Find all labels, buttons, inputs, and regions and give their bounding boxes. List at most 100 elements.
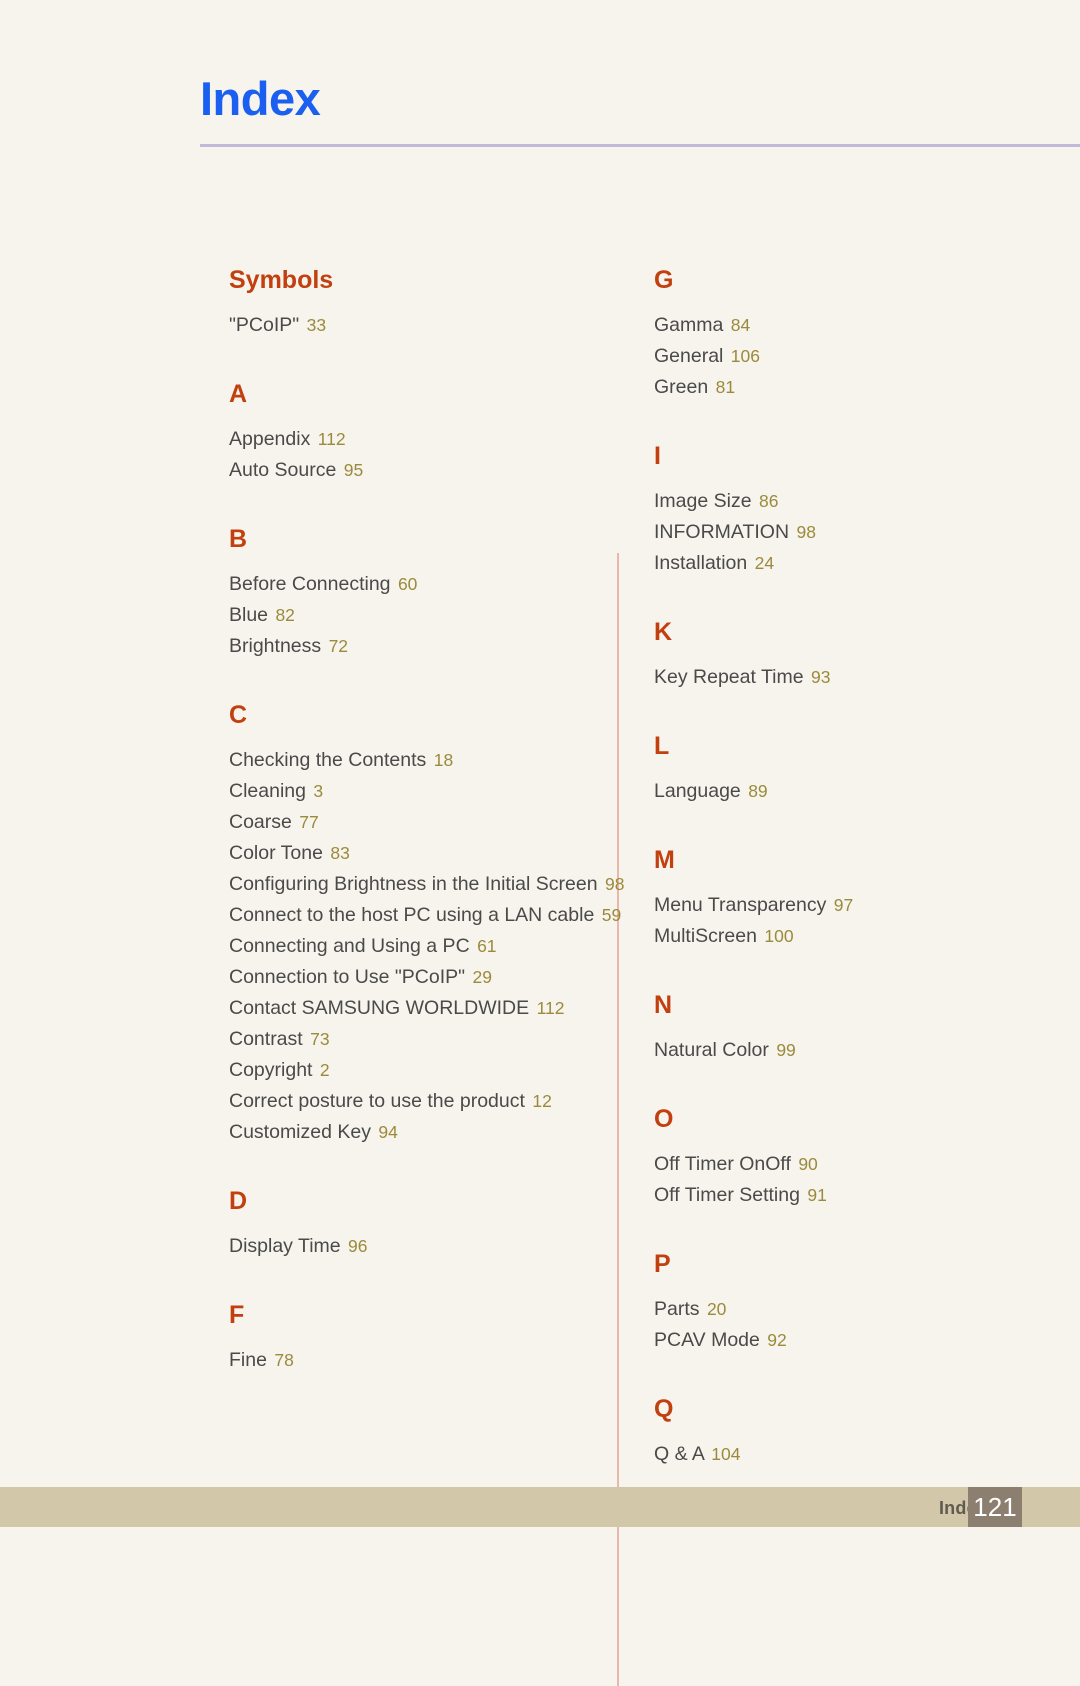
index-entry-title: Correct posture to use the product: [229, 1090, 525, 1112]
index-entry[interactable]: Installation 24: [654, 548, 1044, 579]
index-entry[interactable]: Cleaning 3: [229, 776, 619, 807]
index-entry-title: Natural Color: [654, 1039, 769, 1061]
index-entry[interactable]: Contrast 73: [229, 1024, 619, 1055]
index-section: C Checking the Contents 18 Cleaning 3 Coars…: [229, 703, 624, 1148]
index-entry-page-number: 94: [378, 1122, 398, 1142]
index-entry-title: Brightness: [229, 635, 322, 657]
index-entry-title: Parts: [654, 1298, 700, 1320]
page-title: Index: [200, 72, 321, 125]
index-entry[interactable]: Off Timer OnOff 90: [654, 1149, 1044, 1180]
index-entry-title: Cleaning: [229, 780, 306, 802]
index-entry-page-number: 24: [754, 553, 775, 573]
section-letter: M: [654, 846, 675, 874]
index-entry[interactable]: Blue 82: [229, 600, 619, 631]
section-letter: N: [654, 991, 673, 1019]
index-entry-title: Q & A: [654, 1443, 704, 1465]
footer-page-number: 121: [973, 1492, 1017, 1522]
section-letter: Symbols: [229, 266, 334, 294]
index-entry-page-number: 2: [319, 1060, 330, 1080]
index-entry-title: Image Size: [654, 490, 752, 512]
title-divider-rule: [200, 144, 1080, 147]
index-entry-title: Installation: [654, 552, 748, 574]
index-entry-title: Gamma: [654, 314, 724, 336]
index-entry[interactable]: Color Tone 83: [229, 838, 619, 869]
index-entry-title: Off Timer Setting: [654, 1184, 800, 1206]
section-letter: I: [654, 442, 661, 470]
index-entry[interactable]: Display Time 96: [229, 1231, 619, 1262]
index-entry-page-number: 59: [601, 905, 622, 925]
index-entry-page-number: 29: [472, 967, 492, 987]
index-entry[interactable]: MultiScreen 100: [654, 921, 1044, 952]
index-entry-page-number: 99: [776, 1040, 796, 1060]
index-entry-page-number: 93: [811, 667, 831, 687]
index-entry-page-number: 106: [730, 346, 760, 366]
index-entry-page-number: 100: [764, 926, 794, 946]
index-entry[interactable]: Language 89: [654, 776, 1044, 807]
index-entry[interactable]: Off Timer Setting 91: [654, 1180, 1044, 1211]
section-letter: A: [229, 380, 248, 408]
index-entry-page-number: 112: [317, 429, 346, 449]
index-entry[interactable]: General 106: [654, 341, 1044, 372]
index-entry-title: Coarse: [229, 811, 292, 833]
index-entry[interactable]: Checking the Contents 18: [229, 745, 619, 776]
index-section: N Natural Color 99: [654, 993, 1044, 1066]
index-entry[interactable]: Fine 78: [229, 1345, 619, 1376]
index-entry[interactable]: Correct posture to use the product 12: [229, 1086, 619, 1117]
section-letter: F: [229, 1301, 245, 1329]
index-entry[interactable]: Green 81: [654, 372, 1044, 403]
index-entry[interactable]: Parts 20: [654, 1294, 1044, 1325]
index-entry[interactable]: Q & A 104: [654, 1439, 1044, 1470]
index-entry[interactable]: INFORMATION 98: [654, 517, 1044, 548]
index-entry-title: INFORMATION: [654, 521, 790, 543]
section-letter: P: [654, 1250, 671, 1278]
index-entry[interactable]: Contact SAMSUNG WORLDWIDE 112: [229, 993, 619, 1024]
index-section: L Language 89: [654, 734, 1044, 807]
index-section: Symbols "PCoIP" 33: [229, 268, 619, 341]
index-entry-page-number: 104: [711, 1444, 741, 1464]
index-entry[interactable]: Connection to Use "PCoIP" 29: [229, 962, 619, 993]
index-entry-title: PCAV Mode: [654, 1329, 760, 1351]
index-entry[interactable]: Appendix 112: [229, 424, 619, 455]
index-entry[interactable]: Configuring Brightness in the Initial Sc…: [229, 869, 624, 900]
index-entry-page-number: 90: [798, 1154, 818, 1174]
section-letter: Q: [654, 1395, 674, 1423]
index-entry-title: General: [654, 345, 724, 367]
index-entry-page-number: 81: [715, 377, 736, 397]
index-entry-page-number: 98: [604, 874, 625, 894]
index-entry[interactable]: PCAV Mode 92: [654, 1325, 1044, 1356]
index-entry[interactable]: Customized Key 94: [229, 1117, 619, 1148]
index-entry-page-number: 86: [758, 491, 779, 511]
index-entry[interactable]: Copyright 2: [229, 1055, 619, 1086]
index-entry[interactable]: Gamma 84: [654, 310, 1044, 341]
index-entry-title: Off Timer OnOff: [654, 1153, 791, 1175]
index-entry-title: Connect to the host PC using a LAN cable: [229, 904, 595, 926]
index-entry-title: Fine: [229, 1349, 267, 1371]
index-entry-title: Auto Source: [229, 459, 337, 481]
index-entry[interactable]: Connecting and Using a PC 61: [229, 931, 619, 962]
index-section: A Appendix 112 Auto Source 95: [229, 382, 619, 486]
index-entry[interactable]: Menu Transparency 97: [654, 890, 1044, 921]
index-entry-title: Green: [654, 376, 709, 398]
index-entry[interactable]: Connect to the host PC using a LAN cable…: [229, 900, 622, 931]
index-entry-page-number: 3: [313, 781, 324, 801]
index-entry-title: Connection to Use "PCoIP": [229, 966, 466, 988]
index-entry[interactable]: Natural Color 99: [654, 1035, 1044, 1066]
index-entry[interactable]: Brightness 72: [229, 631, 619, 662]
index-entry-title: Customized Key: [229, 1121, 371, 1143]
section-letter: G: [654, 266, 674, 294]
index-entry[interactable]: Auto Source 95: [229, 455, 619, 486]
index-entry-page-number: 89: [748, 781, 768, 801]
index-entry-page-number: 33: [306, 315, 327, 335]
index-entry-title: MultiScreen: [654, 925, 757, 947]
index-entry[interactable]: Key Repeat Time 93: [654, 662, 1044, 693]
index-entry-title: Color Tone: [229, 842, 323, 864]
index-section: M Menu Transparency 97 MultiScreen 100: [654, 848, 1044, 952]
index-entry[interactable]: Before Connecting 60: [229, 569, 619, 600]
index-section: F Fine 78: [229, 1303, 619, 1376]
index-entry[interactable]: Coarse 77: [229, 807, 619, 838]
index-entry[interactable]: Image Size 86: [654, 486, 1044, 517]
index-entry[interactable]: "PCoIP" 33: [229, 310, 619, 341]
index-entry-title: Checking the Contents: [229, 749, 427, 771]
index-column-right: G Gamma 84 General 106 Green 81 I Image Size …: [654, 268, 1044, 1470]
index-section: O Off Timer OnOff 90 Off Timer Setting 91: [654, 1107, 1044, 1211]
